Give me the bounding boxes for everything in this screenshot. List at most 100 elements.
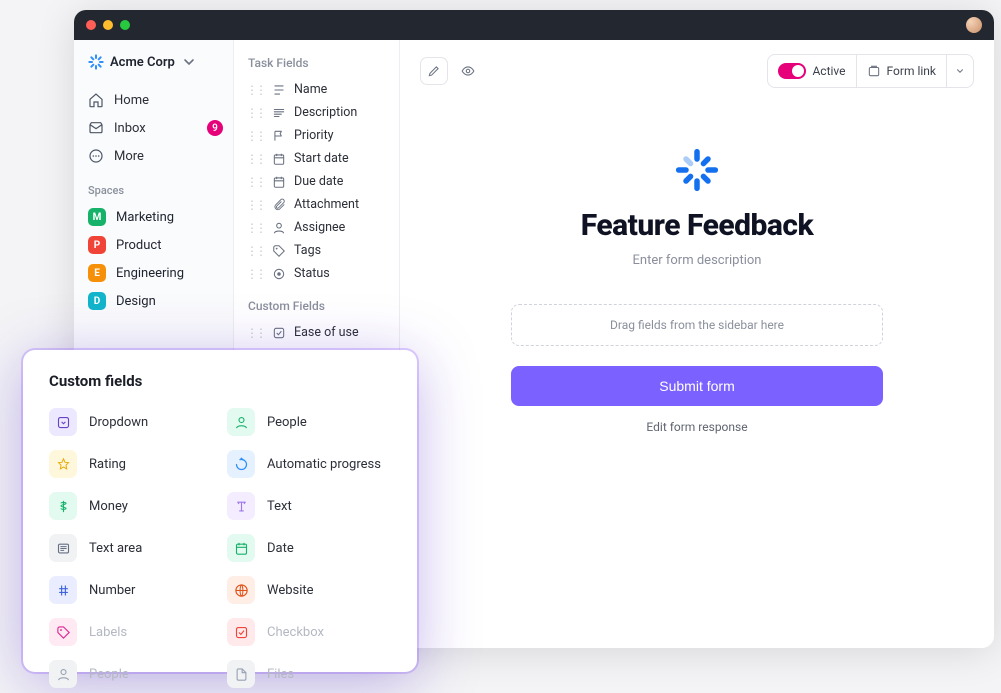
user-avatar[interactable]	[966, 17, 982, 33]
date-icon	[227, 534, 255, 562]
custom-field-type-textarea[interactable]: Text area	[49, 534, 213, 562]
nav-home[interactable]: Home	[84, 86, 223, 114]
people-icon	[49, 660, 77, 688]
field-label: Assignee	[294, 220, 345, 235]
custom-field-type-star[interactable]: Rating	[49, 450, 213, 478]
task-field-attachment[interactable]: ⋮⋮Attachment	[242, 193, 391, 216]
workspace-switcher[interactable]: Acme Corp	[84, 52, 223, 72]
task-field-description[interactable]: ⋮⋮ Description	[242, 101, 391, 124]
sidebar-space-marketing[interactable]: MMarketing	[84, 203, 223, 231]
checkbox-icon	[272, 326, 286, 340]
nav-inbox[interactable]: Inbox 9	[84, 114, 223, 142]
task-field-assignee[interactable]: ⋮⋮Assignee	[242, 216, 391, 239]
edit-form-response-link[interactable]: Edit form response	[646, 420, 747, 434]
sidebar-space-design[interactable]: DDesign	[84, 287, 223, 315]
sidebar-space-engineering[interactable]: EEngineering	[84, 259, 223, 287]
description-icon	[272, 106, 286, 120]
custom-field-type-text[interactable]: Text	[227, 492, 391, 520]
toggle-switch-icon	[778, 63, 806, 79]
space-label: Engineering	[116, 266, 184, 281]
custom-field-type-label: Date	[267, 541, 294, 556]
task-field-due-date[interactable]: ⋮⋮Due date	[242, 170, 391, 193]
form-title[interactable]: Feature Feedback	[581, 208, 813, 243]
form-canvas: Feature Feedback Enter form description …	[420, 108, 974, 634]
preview-button[interactable]	[454, 57, 482, 85]
task-field-name[interactable]: ⋮⋮ Name	[242, 78, 391, 101]
custom-field-type-label: Labels	[89, 625, 127, 640]
custom-field-type-checkbox[interactable]: Checkbox	[227, 618, 391, 646]
custom-field-type-labels[interactable]: Labels	[49, 618, 213, 646]
task-field-tags[interactable]: ⋮⋮Tags	[242, 239, 391, 262]
custom-field-type-label: Files	[267, 667, 294, 682]
link-icon	[867, 64, 881, 78]
drag-handle-icon: ⋮⋮	[246, 129, 264, 143]
submit-form-button[interactable]: Submit form	[511, 366, 883, 406]
custom-field-type-number[interactable]: Number	[49, 576, 213, 604]
chevron-down-icon	[181, 54, 197, 70]
custom-field-type-dropdown[interactable]: Dropdown	[49, 408, 213, 436]
custom-field-item[interactable]: ⋮⋮Ease of use	[242, 321, 391, 344]
website-icon	[227, 576, 255, 604]
pencil-icon	[427, 64, 441, 78]
custom-fields-panel: Custom fields DropdownPeopleRatingAutoma…	[23, 350, 417, 672]
number-icon	[49, 576, 77, 604]
custom-fields-header: Custom Fields	[242, 285, 391, 321]
form-link-dropdown[interactable]	[947, 55, 973, 87]
custom-field-type-progress[interactable]: Automatic progress	[227, 450, 391, 478]
task-fields-header: Task Fields	[242, 52, 391, 78]
drag-handle-icon: ⋮⋮	[246, 83, 264, 97]
nav-label: Inbox	[114, 121, 146, 136]
field-label: Status	[294, 266, 330, 281]
minimize-window-button[interactable]	[103, 20, 113, 30]
assignee-icon	[272, 221, 286, 235]
task-field-priority[interactable]: ⋮⋮ Priority	[242, 124, 391, 147]
field-label: Tags	[294, 243, 321, 258]
people-icon	[227, 408, 255, 436]
field-label: Name	[294, 82, 327, 97]
form-description[interactable]: Enter form description	[633, 253, 762, 268]
form-active-toggle[interactable]: Active	[768, 55, 856, 87]
form-toolbar: Active Form link	[420, 54, 974, 88]
drag-handle-icon: ⋮⋮	[246, 198, 264, 212]
active-label: Active	[812, 64, 845, 78]
due-date-icon	[272, 175, 286, 189]
form-link-button[interactable]: Form link	[857, 55, 947, 87]
drag-handle-icon: ⋮⋮	[246, 152, 264, 166]
custom-field-type-label: Text	[267, 499, 292, 514]
form-dropzone[interactable]: Drag fields from the sidebar here	[511, 304, 883, 346]
field-label: Priority	[294, 128, 334, 143]
custom-field-type-money[interactable]: Money	[49, 492, 213, 520]
edit-mode-button[interactable]	[420, 57, 448, 85]
files-icon	[227, 660, 255, 688]
custom-field-type-label: Money	[89, 499, 128, 514]
custom-fields-inline-list: ⋮⋮Ease of use	[242, 321, 391, 344]
custom-field-type-label: Checkbox	[267, 625, 324, 640]
custom-field-type-label: Website	[267, 583, 314, 598]
money-icon	[49, 492, 77, 520]
field-label: Ease of use	[294, 325, 359, 340]
sidebar-space-product[interactable]: PProduct	[84, 231, 223, 259]
field-label: Description	[294, 105, 357, 120]
start-date-icon	[272, 152, 286, 166]
text-icon	[227, 492, 255, 520]
task-field-status[interactable]: ⋮⋮Status	[242, 262, 391, 285]
custom-field-type-files[interactable]: Files	[227, 660, 391, 688]
custom-field-type-people[interactable]: People	[227, 408, 391, 436]
space-badge-icon: P	[88, 236, 106, 254]
custom-field-type-label: People	[89, 667, 129, 682]
task-field-start-date[interactable]: ⋮⋮Start date	[242, 147, 391, 170]
nav-more[interactable]: More	[84, 142, 223, 170]
form-logo[interactable]	[675, 148, 719, 192]
custom-field-type-label: Automatic progress	[267, 457, 381, 472]
drag-handle-icon: ⋮⋮	[246, 106, 264, 120]
maximize-window-button[interactable]	[120, 20, 130, 30]
more-icon	[88, 148, 104, 164]
custom-field-type-website[interactable]: Website	[227, 576, 391, 604]
close-window-button[interactable]	[86, 20, 96, 30]
labels-icon	[49, 618, 77, 646]
custom-field-type-date[interactable]: Date	[227, 534, 391, 562]
titlebar	[74, 10, 994, 40]
submit-label: Submit form	[659, 378, 734, 394]
space-label: Marketing	[116, 210, 174, 225]
custom-field-type-people[interactable]: People	[49, 660, 213, 688]
